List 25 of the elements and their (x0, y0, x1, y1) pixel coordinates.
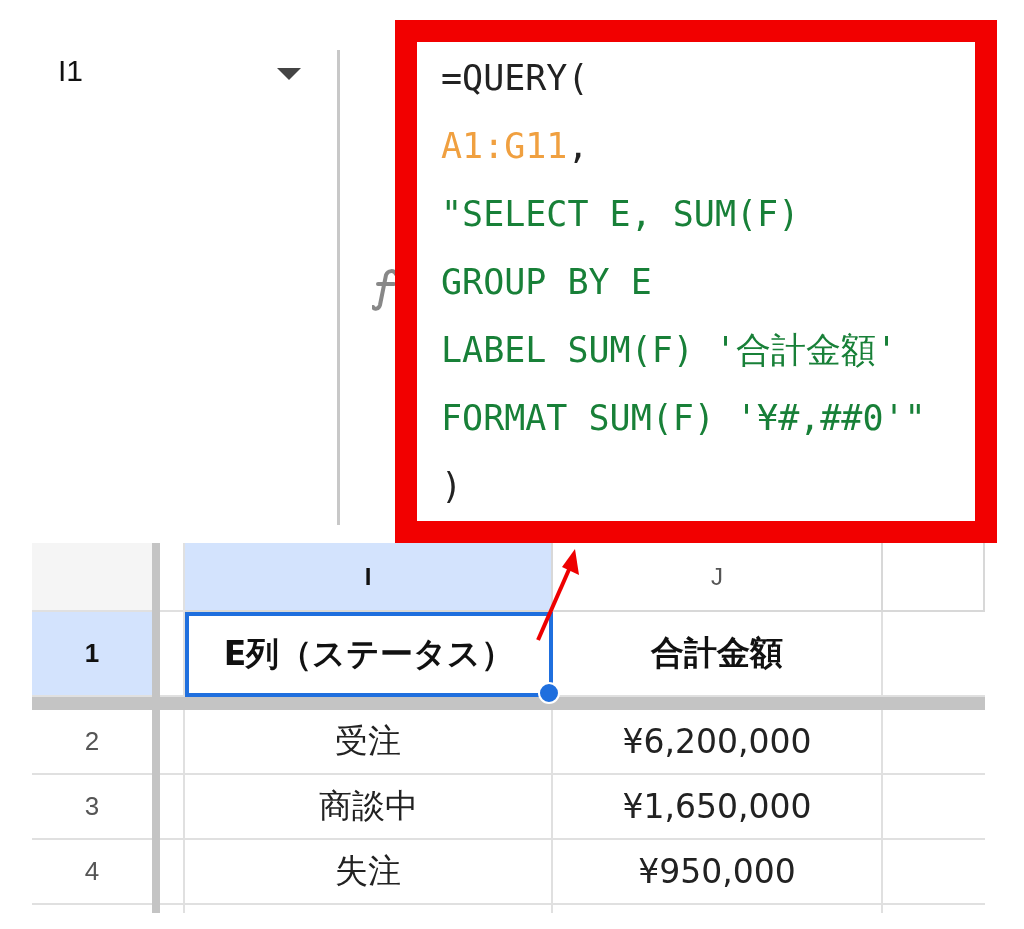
formula-line: ) (441, 465, 463, 508)
column-header[interactable]: I (185, 543, 553, 612)
row-header[interactable]: 1 (32, 612, 152, 697)
formula-line: =QUERY( (441, 57, 589, 100)
formula-line: "SELECT E, SUM(F) (441, 193, 800, 236)
formula-line: LABEL SUM(F) '合計金額' (441, 329, 898, 372)
empty-cell (160, 775, 185, 840)
freeze-bar[interactable] (152, 543, 160, 612)
table-cell: ¥1,650,000 (553, 775, 883, 840)
cell-reference[interactable]: I1 (58, 56, 84, 86)
dropdown-icon[interactable] (277, 68, 301, 80)
formula-line: GROUP BY E (441, 261, 652, 304)
table-cell: 失注 (185, 840, 553, 905)
formula-line: A1:G11, (441, 125, 589, 168)
select-all-corner[interactable] (32, 543, 152, 612)
function-icon (372, 268, 398, 312)
empty-cell (160, 710, 185, 775)
freeze-bar[interactable] (152, 905, 160, 913)
fill-handle[interactable] (538, 682, 560, 704)
table-cell: ¥950,000 (553, 840, 883, 905)
formula-line: FORMAT SUM(F) '¥#,##0'" (441, 397, 926, 440)
table-cell: 受注 (185, 710, 553, 775)
table-cell: 商談中 (185, 775, 553, 840)
empty-cell (160, 840, 185, 905)
table-cell: ¥6,200,000 (553, 710, 883, 775)
